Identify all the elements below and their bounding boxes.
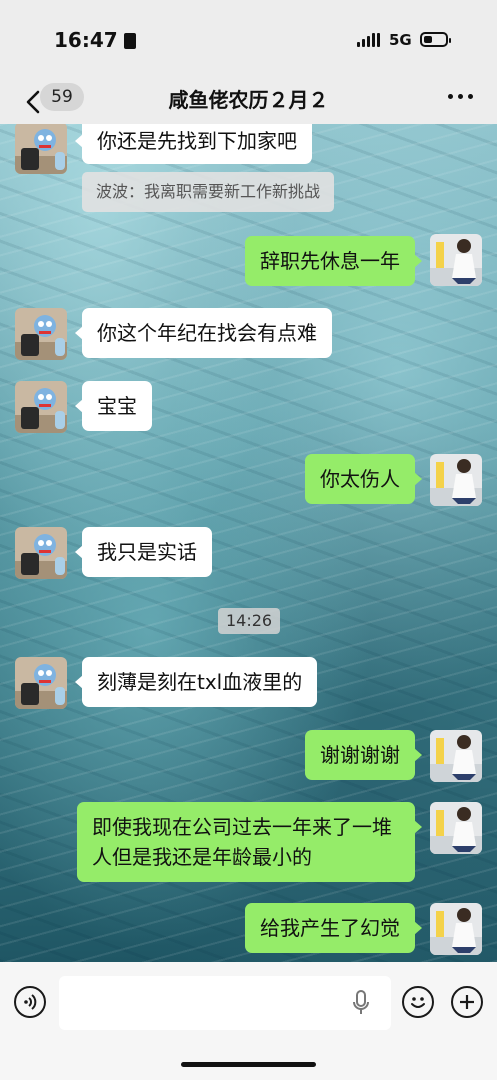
contact-card-icon	[123, 33, 136, 49]
message-outgoing[interactable]: 给我产生了幻觉	[245, 903, 422, 953]
status-bar: 16:47 5G	[0, 0, 497, 80]
message-incoming[interactable]: 宝宝	[75, 381, 152, 431]
message-outgoing[interactable]: 你太伤人	[305, 454, 422, 504]
clock: 16:47	[54, 28, 136, 52]
chat-title: 咸鱼佬农历２月２	[168, 88, 329, 112]
timestamp: 14:26	[218, 608, 281, 634]
avatar[interactable]	[430, 903, 482, 955]
message-incoming[interactable]: 你这个年纪在找会有点难	[75, 308, 332, 358]
message-incoming[interactable]: 刻薄是刻在txl血液里的	[74, 657, 318, 707]
avatar[interactable]	[15, 657, 67, 709]
avatar[interactable]	[15, 308, 67, 360]
network-type: 5G	[389, 31, 412, 49]
message-outgoing[interactable]: 辞职先休息一年	[245, 236, 422, 286]
avatar[interactable]	[430, 454, 482, 506]
avatar[interactable]	[430, 730, 482, 782]
home-indicator	[181, 1062, 316, 1067]
message-incoming[interactable]: 我只是实话	[75, 527, 212, 577]
message-incoming[interactable]: 你还是先找到下加家吧	[75, 124, 312, 164]
plus-icon[interactable]	[451, 986, 483, 1018]
quoted-message[interactable]: 波波：我离职需要新工作新挑战	[82, 172, 335, 212]
chat-header: 59 咸鱼佬农历２月２	[0, 80, 497, 124]
message-outgoing[interactable]: 即使我现在公司过去一年来了一堆人但是我还是年龄最小的	[77, 802, 422, 882]
battery-icon	[420, 32, 451, 47]
more-options-icon[interactable]	[448, 94, 476, 102]
signal-icon	[357, 33, 381, 47]
chat-area[interactable]: 你还是先找到下加家吧 波波：我离职需要新工作新挑战 辞职先休息一年 你这个年纪在…	[0, 124, 497, 962]
avatar[interactable]	[15, 527, 67, 579]
avatar[interactable]	[430, 802, 482, 854]
microphone-icon[interactable]	[352, 990, 370, 1016]
avatar[interactable]	[15, 124, 67, 174]
message-outgoing[interactable]: 谢谢谢谢	[305, 730, 422, 780]
emoji-icon[interactable]	[402, 986, 434, 1018]
avatar[interactable]	[430, 234, 482, 286]
voice-mode-icon[interactable]	[14, 986, 46, 1018]
message-input[interactable]	[59, 976, 391, 1030]
avatar[interactable]	[15, 381, 67, 433]
